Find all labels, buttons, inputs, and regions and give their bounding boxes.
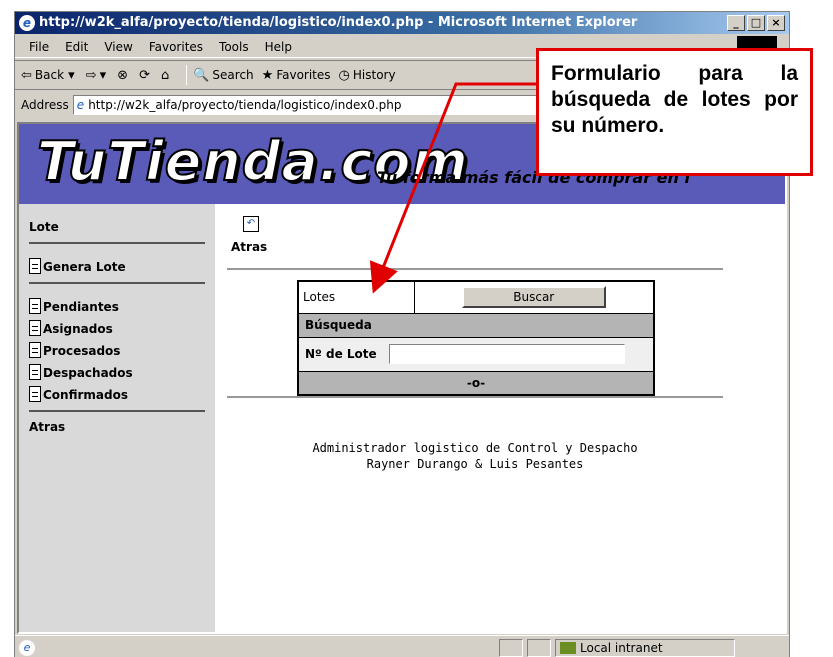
status-cell [499,639,523,657]
divider [227,268,723,270]
footer-credits: Rayner Durango & Luis Pesantes [366,457,584,471]
sidebar-title: Lote [29,220,59,234]
stop-icon: ⊗ [117,67,129,83]
toolbar-separator [186,65,188,85]
document-icon [29,298,41,314]
menu-file[interactable]: File [29,40,49,54]
sidebar-item-despachados[interactable]: Despachados [29,358,205,380]
favorites-icon: ★ [261,67,274,83]
refresh-icon: ⟳ [139,67,150,83]
intranet-icon [560,642,576,654]
search-icon: 🔍 [193,67,210,83]
forward-arrow-icon: ⇨ [85,67,97,83]
sidebar-back-link[interactable]: Atras [29,420,205,434]
form-footer: -o- [297,370,655,396]
document-icon [29,320,41,336]
status-cell [527,639,551,657]
back-link[interactable]: Atras [231,240,267,254]
search-button[interactable]: 🔍 Search [193,68,253,83]
footer-line: Administrador logistico de Control y Des… [312,441,638,455]
history-button[interactable]: ◷ History [339,68,396,83]
menu-tools[interactable]: Tools [219,40,249,54]
refresh-button[interactable]: ⟳ [139,68,153,83]
section-header: Búsqueda [297,312,655,338]
form-button-cell: Buscar [413,280,655,314]
status-bar: e Local intranet [15,635,789,657]
lot-number-label: Nº de Lote [305,346,377,361]
window-controls: _ □ × [727,15,785,31]
window-title: http://w2k_alfa/proyecto/tienda/logistic… [39,15,638,30]
divider [29,410,205,412]
divider [29,282,205,284]
menu-help[interactable]: Help [265,40,292,54]
sidebar-item-confirmados[interactable]: Confirmados [29,380,205,402]
sidebar: Lote Genera Lote Pendiantes Asignados Pr… [19,204,215,632]
lot-number-input[interactable] [388,344,625,364]
lot-number-row: Nº de Lote [297,336,655,372]
home-icon: ⌂ [160,67,170,83]
divider [227,396,723,398]
favorites-button[interactable]: ★ Favorites [262,68,331,83]
page-footer: Administrador logistico de Control y Des… [227,440,723,472]
back-button[interactable]: ⇦ Back ▾ [21,68,78,83]
main-content: ↶ Atras Lotes Buscar Búsqueda Nº de Lote… [215,204,785,632]
page-content: TuTienda.com Tu forma más fácil de compr… [17,122,787,634]
history-icon: ◷ [338,67,350,83]
security-zone: Local intranet [555,639,735,657]
back-arrow-icon: ⇦ [21,67,32,83]
chevron-down-icon: ▾ [99,67,107,83]
sidebar-item-procesados[interactable]: Procesados [29,336,205,358]
divider [29,242,205,244]
close-button[interactable]: × [767,15,785,31]
address-label: Address [21,98,69,112]
document-icon [29,342,41,358]
document-icon [29,386,41,402]
stop-button[interactable]: ⊗ [117,68,131,83]
home-button[interactable]: ⌂ [161,68,172,83]
document-icon [29,364,41,380]
ie-icon: e [19,639,35,656]
page-icon: e [76,98,85,112]
address-url: http://w2k_alfa/proyecto/tienda/logistic… [88,98,402,112]
document-icon [29,258,41,274]
back-icon[interactable]: ↶ [243,216,259,232]
menu-view[interactable]: View [104,40,132,54]
minimize-button[interactable]: _ [727,15,745,31]
title-bar: e http://w2k_alfa/proyecto/tienda/logist… [15,12,789,34]
forward-button[interactable]: ⇨ ▾ [86,68,109,83]
menu-edit[interactable]: Edit [65,40,88,54]
sidebar-item-genera-lote[interactable]: Genera Lote [29,252,205,274]
annotation-callout: Formulario para la búsqueda de lotes por… [536,48,813,176]
chevron-down-icon: ▾ [64,67,75,83]
maximize-button[interactable]: □ [747,15,765,31]
form-title: Lotes [297,280,415,314]
sidebar-item-asignados[interactable]: Asignados [29,314,205,336]
menu-favorites[interactable]: Favorites [149,40,203,54]
ie-icon: e [19,15,35,31]
search-form: Lotes Buscar Búsqueda Nº de Lote -o- [297,280,655,396]
sidebar-item-pendiantes[interactable]: Pendiantes [29,292,205,314]
search-button[interactable]: Buscar [461,286,606,309]
